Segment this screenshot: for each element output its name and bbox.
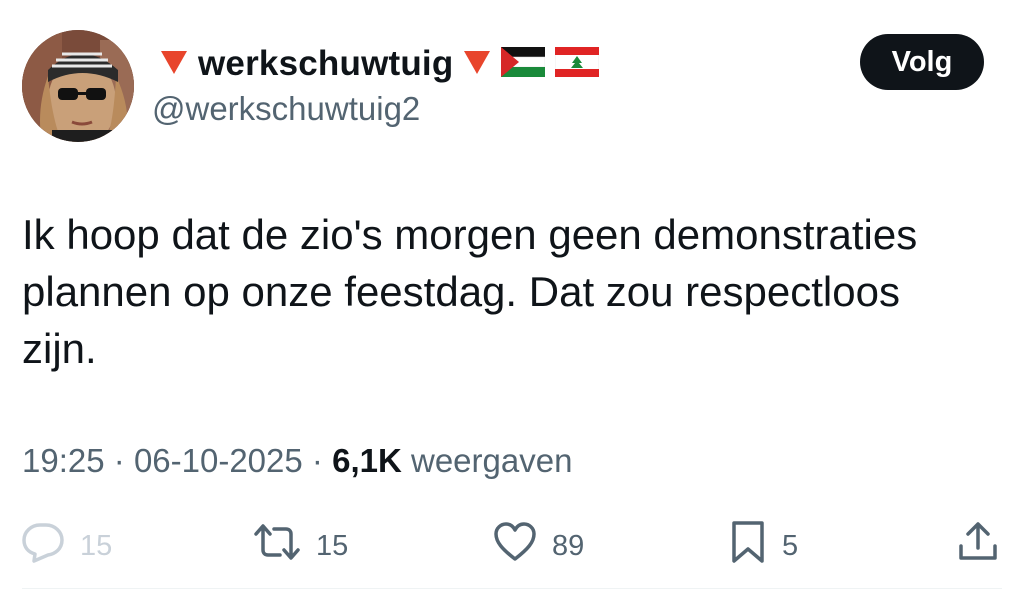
share-icon bbox=[956, 520, 1000, 572]
reply-icon bbox=[20, 521, 66, 571]
tweet-card: werkschuwtuig @werkschuwtuig2 Volg Ik ho… bbox=[0, 0, 1024, 598]
views-label: weergaven bbox=[410, 442, 573, 479]
retweet-button[interactable]: 15 bbox=[252, 520, 348, 572]
palestine-flag-icon bbox=[501, 46, 546, 82]
bookmark-button[interactable]: 5 bbox=[728, 520, 798, 572]
lebanon-flag-icon bbox=[555, 46, 600, 82]
like-button[interactable]: 89 bbox=[492, 520, 584, 572]
divider bbox=[22, 588, 1002, 589]
meta-separator: · bbox=[311, 442, 323, 479]
bookmark-icon bbox=[728, 519, 768, 573]
tweet-time[interactable]: 19:25 bbox=[22, 442, 105, 479]
meta-separator: · bbox=[113, 442, 125, 479]
tweet-text: Ik hoop dat de zio's morgen geen demonst… bbox=[22, 211, 918, 372]
reply-count: 15 bbox=[80, 529, 113, 562]
reply-button[interactable]: 15 bbox=[20, 520, 112, 572]
red-triangle-down-icon bbox=[160, 49, 188, 80]
bookmark-count: 5 bbox=[782, 529, 799, 562]
author-name-row[interactable]: werkschuwtuig bbox=[160, 42, 600, 86]
follow-button[interactable]: Volg bbox=[860, 34, 984, 90]
tweet-meta: 19:25 · 06-10-2025 · 6,1K weergaven bbox=[22, 442, 572, 480]
heart-icon bbox=[492, 521, 538, 571]
red-triangle-down-icon bbox=[463, 49, 491, 80]
views-count: 6,1K bbox=[332, 442, 402, 479]
retweet-icon bbox=[252, 522, 302, 570]
action-bar: 15 15 89 5 bbox=[0, 520, 1024, 572]
share-button[interactable] bbox=[956, 520, 1000, 572]
author-display-name[interactable]: werkschuwtuig bbox=[198, 44, 453, 84]
author-handle[interactable]: @werkschuwtuig2 bbox=[152, 90, 420, 128]
like-count: 89 bbox=[552, 529, 585, 562]
avatar[interactable] bbox=[22, 30, 134, 142]
retweet-count: 15 bbox=[316, 529, 349, 562]
tweet-date[interactable]: 06-10-2025 bbox=[134, 442, 303, 479]
